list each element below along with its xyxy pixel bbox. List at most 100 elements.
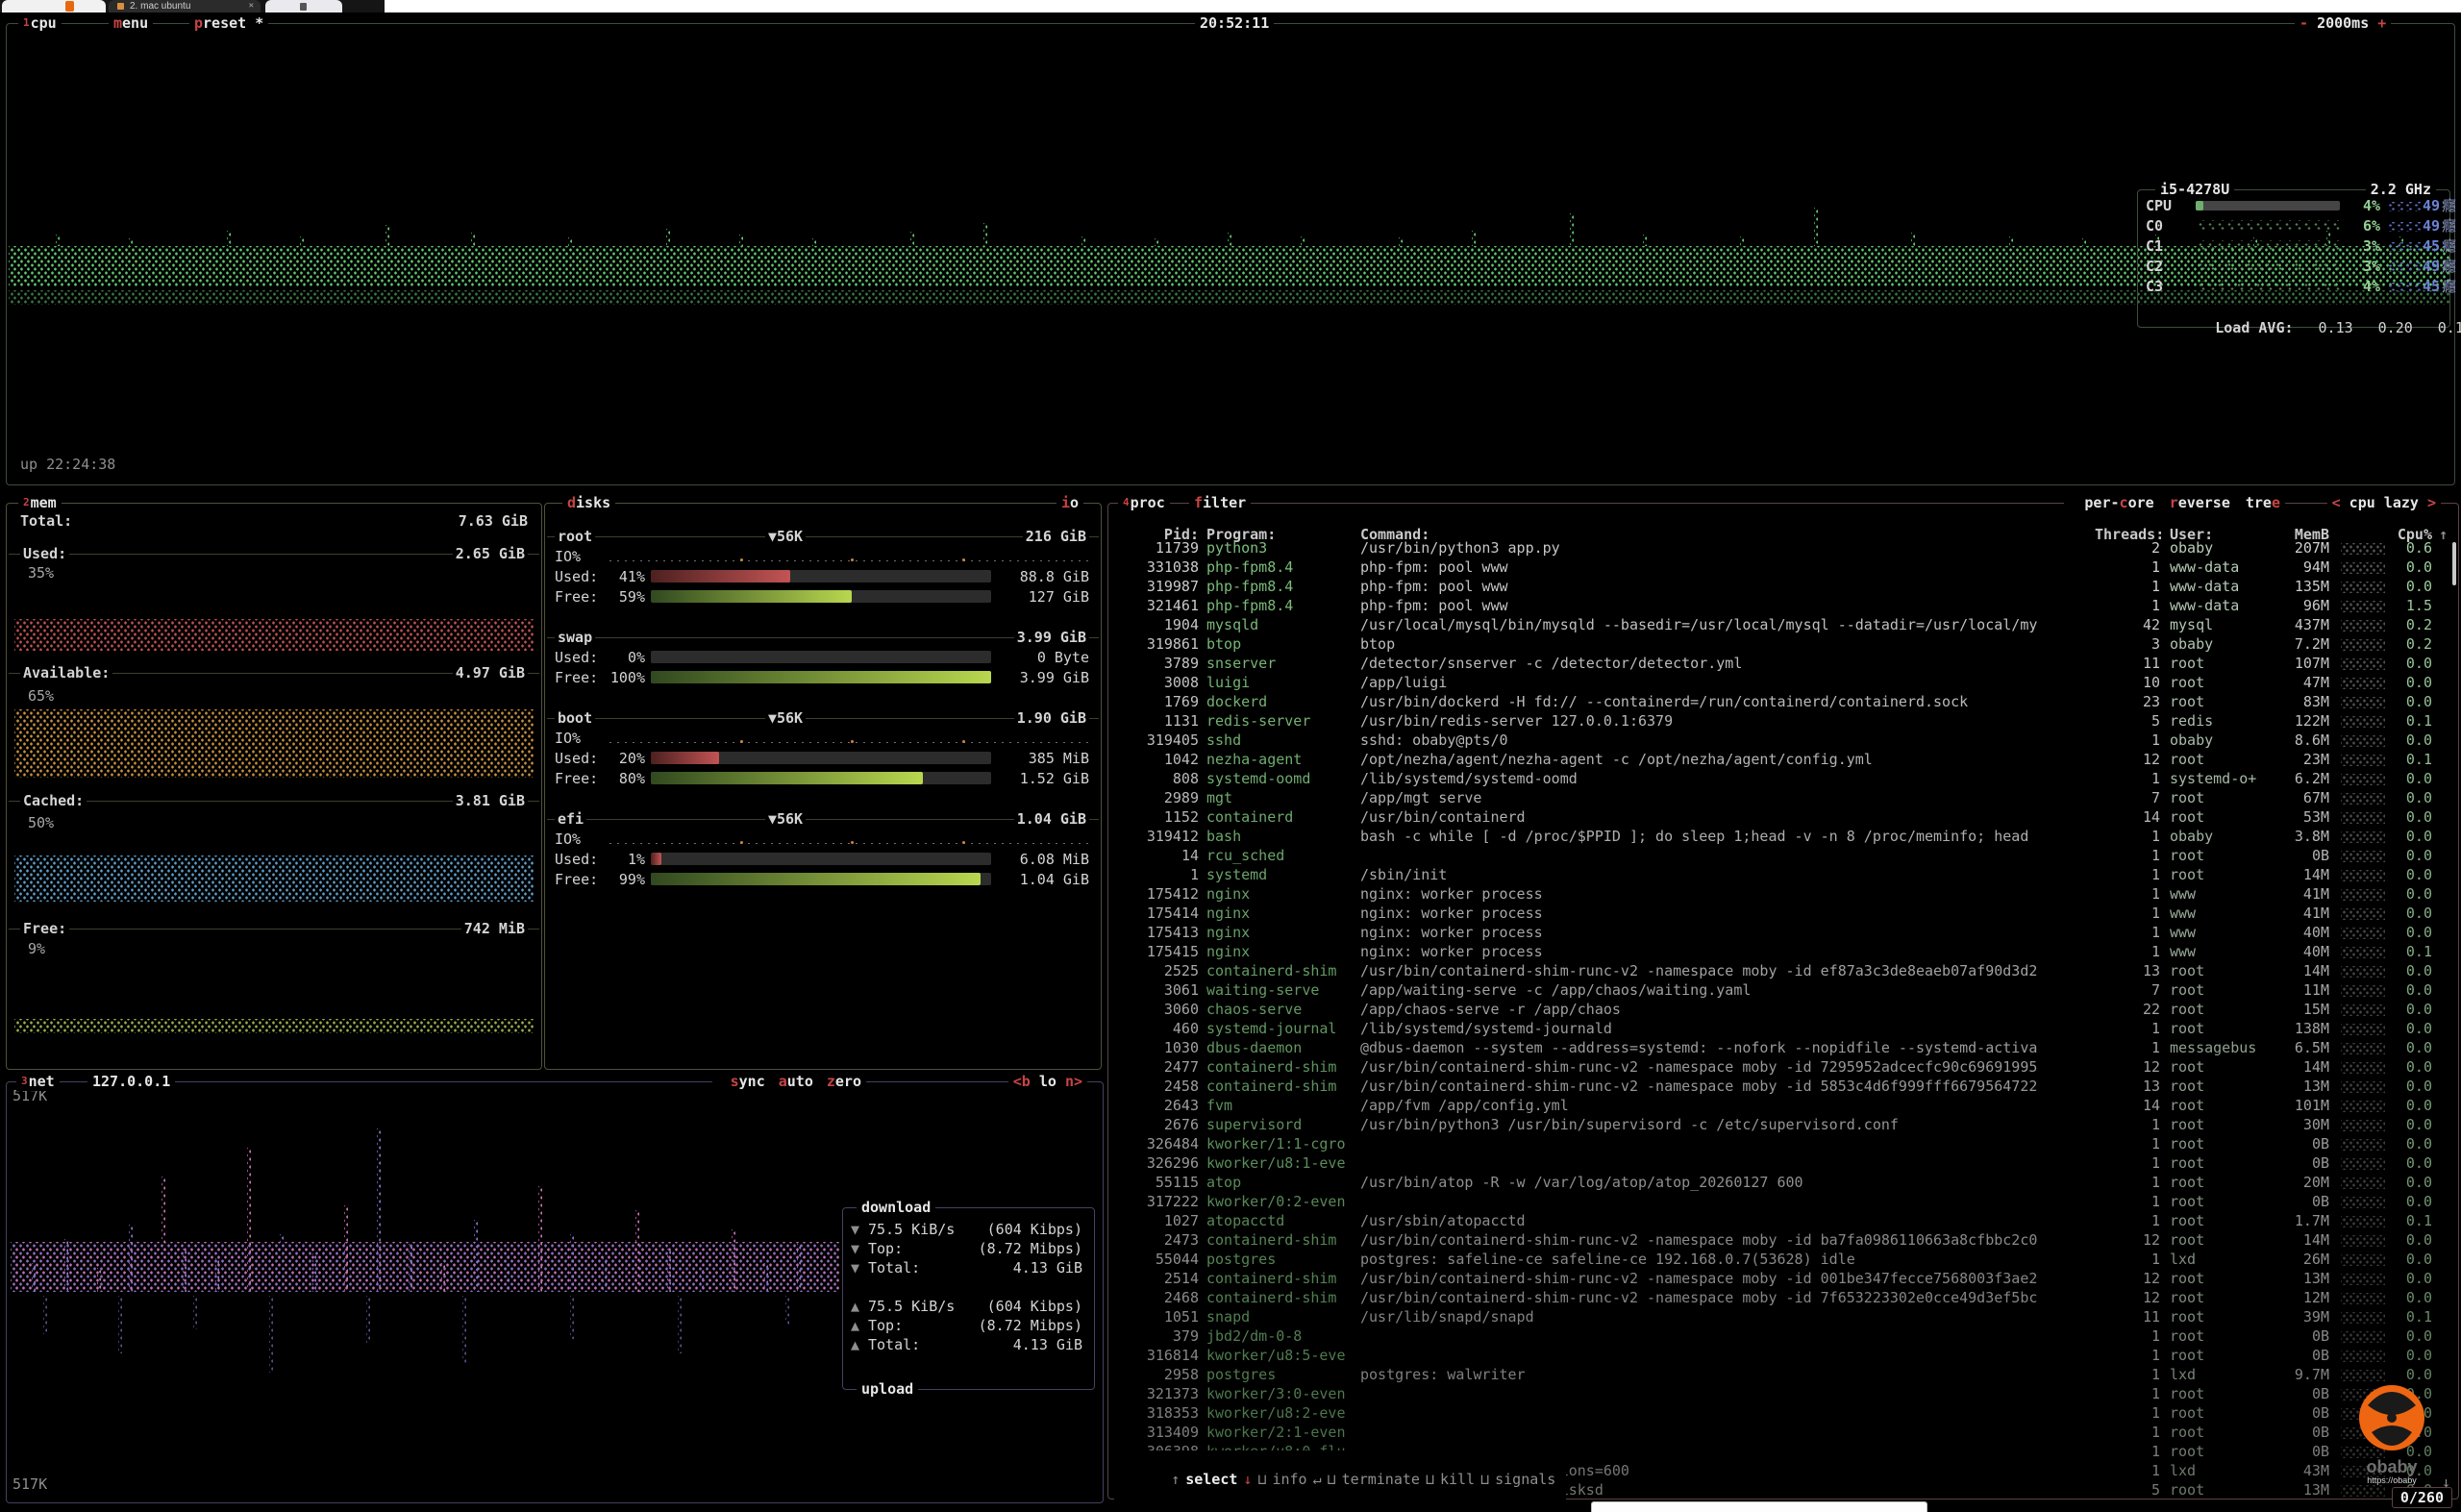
process-row[interactable]: 316814kworker/u8:5-eve1root0B0.0 <box>1116 1346 2452 1365</box>
process-program: nezha-agent <box>1206 750 1302 769</box>
disk-used-percent: 20% <box>603 749 645 768</box>
process-row[interactable]: 319861btopbtop3obaby7.2M0.2 <box>1116 634 2452 654</box>
core-temp-dots <box>2386 242 2423 252</box>
process-row[interactable]: 319412bashbash -c while [ -d /proc/$PPID… <box>1116 827 2452 846</box>
info-button[interactable]: info <box>1272 1471 1306 1488</box>
net-panel-title[interactable]: 3net <box>16 1072 60 1091</box>
net-interface-switcher[interactable]: <b lo n> <box>1008 1072 1087 1091</box>
process-row[interactable]: 319987php-fpm8.4php-fpm: pool www1www-da… <box>1116 577 2452 596</box>
process-row[interactable]: 1042nezha-agent/opt/nezha/agent/nezha-ag… <box>1116 750 2452 769</box>
process-program: snapd <box>1206 1307 1250 1326</box>
net-button-sync[interactable]: sync <box>731 1073 765 1090</box>
process-row[interactable]: 2477containerd-shim/usr/bin/containerd-s… <box>1116 1057 2452 1077</box>
preset-button[interactable]: preset * <box>189 13 268 33</box>
process-row[interactable]: 2468containerd-shim/usr/bin/containerd-s… <box>1116 1288 2452 1307</box>
process-row[interactable]: 313409kworker/2:1-even1root0B0.0 <box>1116 1423 2452 1442</box>
process-row[interactable]: 2958postgrespostgres: walwriter1lxd9.7M0… <box>1116 1365 2452 1384</box>
menu-button[interactable]: menu <box>109 13 153 33</box>
disk-name[interactable]: root <box>555 527 595 546</box>
process-row[interactable]: 175412nginxnginx: worker process1www41M0… <box>1116 884 2452 904</box>
process-row[interactable]: 2989mgt/app/mgt serve7root67M0.0 <box>1116 788 2452 807</box>
process-row[interactable]: 2525containerd-shim/usr/bin/containerd-s… <box>1116 961 2452 980</box>
process-row[interactable]: 2473containerd-shim/usr/bin/containerd-s… <box>1116 1230 2452 1250</box>
process-row[interactable]: 1152containerd/usr/bin/containerd14root5… <box>1116 807 2452 827</box>
cpu-panel-title[interactable]: 1cpu <box>18 13 62 33</box>
process-row[interactable]: 808systemd-oomd/lib/systemd/systemd-oomd… <box>1116 769 2452 788</box>
process-row[interactable]: 317222kworker/0:2-even1root0B0.0 <box>1116 1192 2452 1211</box>
disks-io-toggle[interactable]: io <box>1056 493 1083 512</box>
process-row[interactable]: 2514containerd-shim/usr/bin/containerd-s… <box>1116 1269 2452 1288</box>
cpu-graph-spike <box>2009 236 2013 246</box>
process-row[interactable]: 318353kworker/u8:2-eve1root0B0.0 <box>1116 1403 2452 1423</box>
process-row[interactable]: 326296kworker/u8:1-eve1root0B0.0 <box>1116 1153 2452 1173</box>
process-row[interactable]: 2458containerd-shim/usr/bin/containerd-s… <box>1116 1077 2452 1096</box>
terminate-button[interactable]: terminate <box>1342 1471 1420 1488</box>
select-up-icon[interactable]: ↑ <box>1171 1471 1180 1488</box>
process-row[interactable]: 1131redis-server/usr/bin/redis-server 12… <box>1116 711 2452 731</box>
process-row[interactable]: 460systemd-journal/lib/systemd/systemd-j… <box>1116 1019 2452 1038</box>
process-row[interactable]: 326484kworker/1:1-cgro1root0B0.0 <box>1116 1134 2452 1153</box>
process-row[interactable]: 3060chaos-serve/app/chaos-serve -r /app/… <box>1116 1000 2452 1019</box>
process-row[interactable]: 321461php-fpm8.4php-fpm: pool www1www-da… <box>1116 596 2452 615</box>
net-up-spike <box>603 1258 607 1292</box>
signals-button[interactable]: signals <box>1495 1471 1555 1488</box>
proc-button-reverse[interactable]: reverse <box>2170 494 2230 511</box>
browser-tab-partial[interactable] <box>265 0 342 12</box>
process-row[interactable]: 319405sshdsshd: obaby@pts/01obaby8.6M0.0 <box>1116 731 2452 750</box>
proc-scrollbar-thumb[interactable] <box>2452 542 2456 585</box>
net-button-zero[interactable]: zero <box>827 1073 861 1090</box>
browser-tab-active[interactable]: 2. mac ubuntu ✕ <box>109 0 261 12</box>
process-row[interactable]: 1027atopacctd/usr/sbin/atopacctd1root1.7… <box>1116 1211 2452 1230</box>
select-down-icon[interactable]: ↓ <box>1243 1471 1252 1488</box>
proc-sort-selector[interactable]: < cpu lazy > <box>2327 493 2441 512</box>
process-row[interactable]: 14rcu_sched1root0B0.0 <box>1116 846 2452 865</box>
proc-button-per-core[interactable]: per-core <box>2084 494 2153 511</box>
process-row[interactable]: 3789snserver/detector/snserver -c /detec… <box>1116 654 2452 673</box>
cpu-graph-spike <box>1155 238 1158 246</box>
process-row[interactable]: 3061waiting-serve/app/waiting-serve -c /… <box>1116 980 2452 1000</box>
interval-plus-button[interactable]: + <box>2369 14 2386 32</box>
net-interface[interactable]: 127.0.0.1 <box>87 1072 175 1091</box>
process-row[interactable]: 3008luigi/app/luigi10root47M0.0 <box>1116 673 2452 692</box>
process-pid: 331038 <box>1116 558 1199 577</box>
disk-name[interactable]: efi <box>555 809 586 829</box>
process-row[interactable]: 175413nginxnginx: worker process1www40M0… <box>1116 923 2452 942</box>
net-up-spike <box>797 1244 801 1292</box>
net-button-auto[interactable]: auto <box>779 1073 813 1090</box>
process-row[interactable]: 1769dockerd/usr/bin/dockerd -H fd:// --c… <box>1116 692 2452 711</box>
tab-close-icon[interactable]: ✕ <box>249 0 254 12</box>
process-row[interactable]: 321373kworker/3:0-even1root0B0.0 <box>1116 1384 2452 1403</box>
uptime: up 22:24:38 <box>20 455 115 474</box>
net-upload-row: ▲Total:4.13 GiB <box>843 1335 1092 1354</box>
disks-panel-title[interactable]: disks <box>562 493 615 512</box>
process-row[interactable]: 2643fvm/app/fvm /app/config.yml14root101… <box>1116 1096 2452 1115</box>
browser-tab-first[interactable] <box>2 0 106 12</box>
net-stat-label: Top: <box>868 1316 903 1335</box>
process-row[interactable]: 175414nginxnginx: worker process1www41M0… <box>1116 904 2452 923</box>
process-row[interactable]: 55044postgrespostgres: safeline-ce safel… <box>1116 1250 2452 1269</box>
process-program: kworker/1:1-cgro <box>1206 1134 1346 1153</box>
process-row[interactable]: 379jbd2/dm-0-81root0B0.0 <box>1116 1326 2452 1346</box>
proc-button-tree[interactable]: tree <box>2246 494 2280 511</box>
process-row[interactable]: 1904mysqld/usr/local/mysql/bin/mysqld --… <box>1116 615 2452 634</box>
process-row[interactable]: 1systemd/sbin/init1root14M0.0 <box>1116 865 2452 884</box>
disk-name[interactable]: swap <box>555 628 595 647</box>
proc-filter-button[interactable]: filter <box>1189 493 1251 512</box>
disk-name[interactable]: boot <box>555 708 595 728</box>
proc-panel-title[interactable]: 4proc <box>1118 493 1170 512</box>
process-row[interactable]: 1051snapd/usr/lib/snapd/snapd11root39M0.… <box>1116 1307 2452 1326</box>
process-mem-graph <box>2341 870 2385 881</box>
core-percent: 6% <box>2342 216 2380 235</box>
process-row[interactable]: 2676supervisord/usr/bin/python3 /usr/bin… <box>1116 1115 2452 1134</box>
select-button[interactable]: select <box>1185 1471 1237 1488</box>
process-row[interactable]: 11739python3/usr/bin/python3 app.py2obab… <box>1116 538 2452 558</box>
kill-button[interactable]: kill <box>1440 1471 1475 1488</box>
process-row[interactable]: 331038php-fpm8.4php-fpm: pool www1www-da… <box>1116 558 2452 577</box>
net-stat-value: (604 Kibps) <box>987 1297 1082 1316</box>
mem-panel-title[interactable]: 2mem <box>18 493 62 512</box>
process-list[interactable]: 11739python3/usr/bin/python3 app.py2obab… <box>1108 538 2456 1500</box>
process-row[interactable]: 1030dbus-daemon@dbus-daemon --system --a… <box>1116 1038 2452 1057</box>
process-row[interactable]: 175415nginxnginx: worker process1www40M0… <box>1116 942 2452 961</box>
process-row[interactable]: 55115atop/usr/bin/atop -R -w /var/log/at… <box>1116 1173 2452 1192</box>
interval-minus-button[interactable]: - <box>2299 14 2317 32</box>
